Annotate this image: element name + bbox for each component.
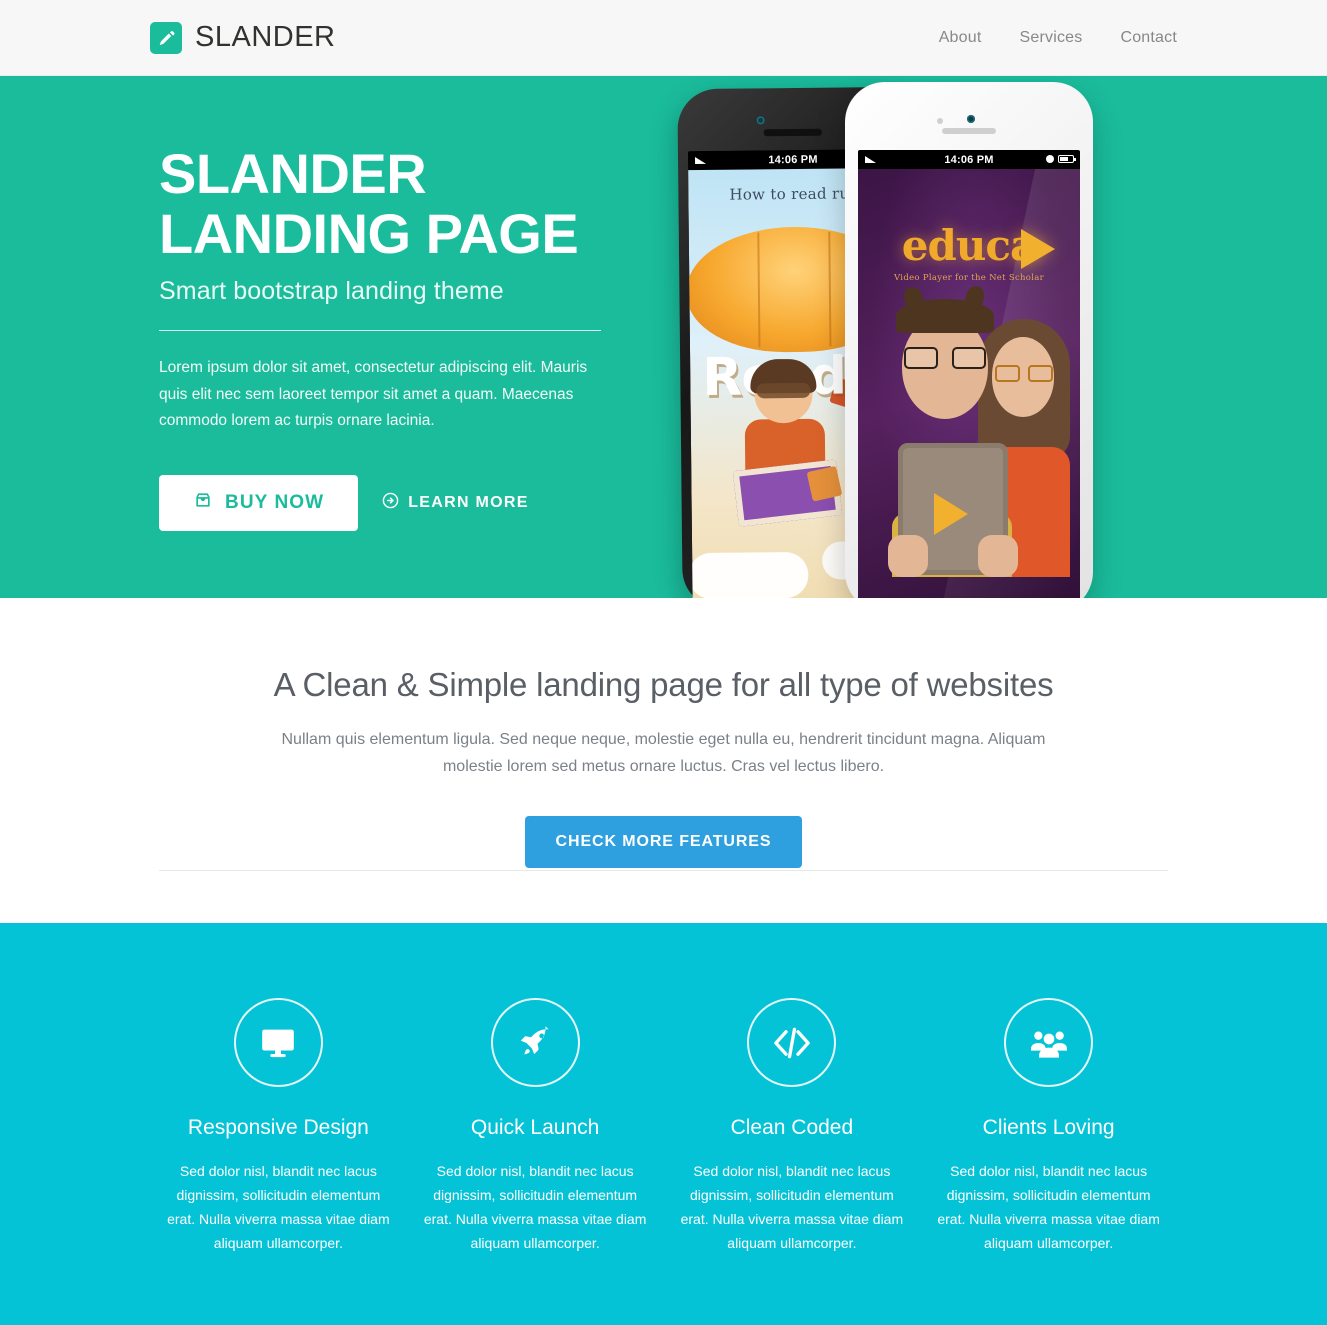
battery-icon [1058, 155, 1076, 163]
alarm-icon [1046, 155, 1054, 163]
hero-copy: SLANDER LANDING PAGE Smart bootstrap lan… [159, 142, 629, 531]
feature-text: Sed dolor nisl, blandit nec lacus dignis… [937, 1163, 1160, 1252]
feature-quick-launch: Quick Launch Sed dolor nisl, blandit nec… [407, 998, 664, 1255]
intro-title: A Clean & Simple landing page for all ty… [273, 666, 1054, 703]
hero-phones-image: 14:06 PM How to read rus Read [670, 76, 1190, 598]
nav-item-contact[interactable]: Contact [1120, 29, 1177, 46]
signal-icon [694, 156, 707, 165]
hero-title: SLANDER LANDING PAGE [159, 142, 629, 266]
hero-section: SLANDER LANDING PAGE Smart bootstrap lan… [0, 76, 1327, 598]
feature-text: Sed dolor nisl, blandit nec lacus dignis… [167, 1163, 390, 1252]
feature-clean-coded: Clean Coded Sed dolor nisl, blandit nec … [664, 998, 921, 1255]
kid-illustration [728, 358, 848, 540]
site-header: SLANDER About Services Contact [0, 0, 1327, 76]
nav-item-about[interactable]: About [939, 29, 982, 46]
white-phone-time: 14:06 PM [944, 153, 994, 166]
feature-text: Sed dolor nisl, blandit nec lacus dignis… [423, 1163, 647, 1252]
camera-icon [967, 115, 975, 123]
nav-item-services[interactable]: Services [1020, 29, 1083, 46]
buy-now-button[interactable]: BUY NOW [159, 474, 359, 531]
hero-paragraph: Lorem ipsum dolor sit amet, consectetur … [159, 358, 588, 430]
earpiece-speaker [942, 128, 996, 134]
hero-title-line-1: SLANDER [159, 142, 427, 205]
main-navigation: About Services Contact [939, 29, 1177, 46]
proximity-sensor [937, 118, 943, 124]
pencil-icon [150, 21, 182, 54]
hero-actions: BUY NOW LEARN MORE [159, 474, 629, 531]
block-decoration-2 [806, 465, 843, 502]
learn-more-label: LEARN MORE [408, 493, 529, 511]
camera-icon [756, 116, 765, 125]
cloud-decoration [688, 551, 809, 598]
check-more-features-button[interactable]: CHECK MORE FEATURES [524, 816, 803, 869]
code-brackets-icon [747, 998, 837, 1087]
inbox-icon [193, 490, 213, 516]
feature-clients-loving: Clients Loving Sed dolor nisl, blandit n… [920, 998, 1177, 1255]
feature-text: Sed dolor nisl, blandit nec lacus dignis… [680, 1163, 904, 1252]
educa-app-tagline: Video Player for the Net Scholar [894, 273, 1044, 283]
brand-logo[interactable]: SLANDER [150, 21, 336, 54]
white-phone-statusbar: 14:06 PM [858, 150, 1080, 169]
brand-name: SLANDER [195, 21, 336, 53]
earpiece-speaker [763, 128, 822, 137]
learn-more-button[interactable]: LEARN MORE [376, 492, 535, 514]
white-phone-screen: 14:06 PM educa Video Player for the Net … [858, 150, 1080, 598]
desktop-monitor-icon [233, 998, 323, 1087]
intro-section: A Clean & Simple landing page for all ty… [0, 598, 1327, 923]
feature-title: Clean Coded [730, 1116, 854, 1139]
buy-now-label: BUY NOW [225, 491, 325, 513]
circle-arrow-right-icon [382, 492, 399, 514]
black-phone-time: 14:06 PM [768, 153, 818, 166]
hero-title-line-2: LANDING PAGE [159, 202, 579, 266]
intro-divider [159, 870, 1168, 871]
feature-title: Responsive Design [187, 1116, 369, 1139]
hero-divider [159, 329, 601, 331]
feature-responsive-design: Responsive Design Sed dolor nisl, blandi… [150, 998, 407, 1255]
educa-app-artwork: educa Video Player for the Net Scholar [858, 169, 1080, 598]
features-section: Responsive Design Sed dolor nisl, blandi… [0, 923, 1327, 1325]
intro-paragraph: Nullam quis elementum ligula. Sed neque … [281, 731, 1046, 776]
play-triangle-icon [1021, 229, 1055, 269]
feature-title: Quick Launch [470, 1116, 600, 1139]
rocket-icon [490, 998, 580, 1087]
feature-title: Clients Loving [982, 1116, 1115, 1139]
couple-illustration [858, 297, 1080, 577]
white-phone-mockup: 14:06 PM educa Video Player for the Net … [845, 82, 1093, 598]
hero-subtitle: Smart bootstrap landing theme [159, 276, 504, 305]
users-group-icon [1004, 998, 1094, 1087]
signal-icon [865, 156, 876, 163]
